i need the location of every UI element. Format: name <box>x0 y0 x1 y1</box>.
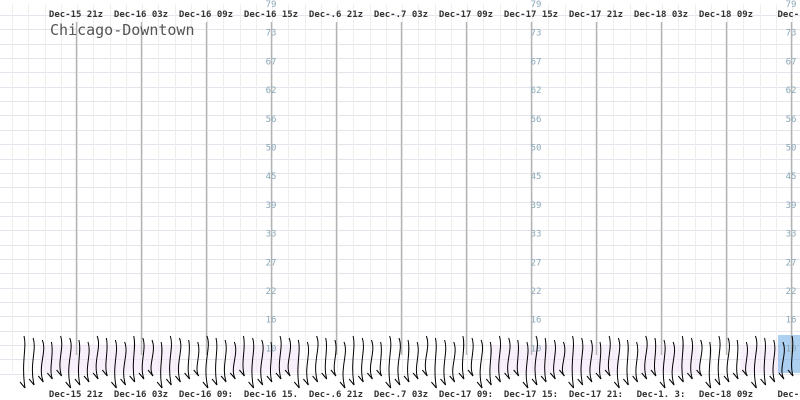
y-tick-label: 27 <box>786 258 797 268</box>
x-tick-top-label: Dec-16 03z <box>114 10 168 20</box>
x-tick-bottom-label: Dec-17 09: <box>439 390 493 400</box>
y-tick-label: 45 <box>266 172 277 182</box>
x-tick-top-label: Dec-1 <box>777 10 800 20</box>
x-tick-bottom-label: Dec-.6 21z <box>309 390 363 400</box>
x-tick-top-label: Dec-18 03z <box>634 10 688 20</box>
y-tick-label: 10 <box>786 344 797 354</box>
x-tick-bottom-label: Dec-17 15: <box>504 390 558 400</box>
y-tick-label: 67 <box>786 57 797 67</box>
y-tick-label: 79 <box>531 0 542 10</box>
y-tick-label: 33 <box>266 230 277 240</box>
y-tick-label: 33 <box>786 230 797 240</box>
y-tick-label: 50 <box>266 144 277 154</box>
x-tick-top-label: Dec-17 15z <box>504 10 558 20</box>
y-tick-label: 33 <box>531 230 542 240</box>
x-tick-bottom-label: Dec-16 15. <box>244 390 298 400</box>
y-tick-label: 79 <box>786 0 797 10</box>
y-tick-label: 16 <box>531 316 542 326</box>
y-tick-label: 22 <box>266 287 277 297</box>
x-axis-top-labels: Dec-15 21z Dec-16 03z Dec-16 09z Dec-16 15z… <box>49 10 800 20</box>
y-tick-label: 16 <box>266 316 277 326</box>
y-tick-label: 10 <box>531 344 542 354</box>
y-tick-label: 27 <box>266 258 277 268</box>
x-tick-bottom-label: Dec-.7 03z <box>374 390 428 400</box>
meteogram-chart: 79 73 67 62 56 50 45 39 33 27 22 16 10 79 73 67 62 56 50 45… <box>0 0 800 400</box>
y-tick-label: 45 <box>786 172 797 182</box>
y-tick-label: 27 <box>531 258 542 268</box>
y-tick-label: 10 <box>266 344 277 354</box>
y-tick-label: 73 <box>531 29 542 39</box>
y-tick-label: 67 <box>266 57 277 67</box>
x-tick-bottom-label: Dec-16 09: <box>179 390 233 400</box>
x-tick-bottom-label: Dec-16 03z <box>114 390 168 400</box>
y-tick-label: 62 <box>786 86 797 96</box>
x-tick-top-label: Dec-.6 21z <box>309 10 363 20</box>
y-tick-label: 16 <box>786 316 797 326</box>
x-tick-bottom-label: Dec-15 21z <box>49 390 103 400</box>
y-tick-label: 56 <box>786 115 797 125</box>
x-tick-bottom-label: Dec-18 09z <box>699 390 753 400</box>
y-tick-label: 45 <box>531 172 542 182</box>
y-tick-label: 73 <box>786 29 797 39</box>
y-tick-label: 62 <box>531 86 542 96</box>
y-tick-label: 39 <box>266 201 277 211</box>
y-tick-label: 62 <box>266 86 277 96</box>
x-tick-top-label: Dec-17 09z <box>439 10 493 20</box>
y-tick-label: 22 <box>786 287 797 297</box>
x-tick-bottom-label: Dec-17 21: <box>569 390 623 400</box>
y-tick-label: 67 <box>531 57 542 67</box>
y-tick-label: 56 <box>266 115 277 125</box>
x-tick-top-label: Dec-.7 03z <box>374 10 428 20</box>
x-tick-top-label: Dec-16 09z <box>179 10 233 20</box>
x-tick-top-label: Dec-16 15z <box>244 10 298 20</box>
x-tick-top-label: Dec-17 21z <box>569 10 623 20</box>
y-tick-label: 50 <box>786 144 797 154</box>
y-tick-label: 56 <box>531 115 542 125</box>
x-tick-top-label: Dec-18 09z <box>699 10 753 20</box>
y-tick-label: 39 <box>786 201 797 211</box>
station-title: Chicago-Downtown <box>50 21 195 39</box>
y-tick-label: 50 <box>531 144 542 154</box>
y-tick-label: 22 <box>531 287 542 297</box>
y-tick-label: 73 <box>266 29 277 39</box>
y-tick-label: 39 <box>531 201 542 211</box>
x-tick-top-label: Dec-15 21z <box>49 10 103 20</box>
x-tick-bottom-label: Dec-1. 3: <box>637 390 686 400</box>
x-tick-bottom-label: Dec-1 <box>777 390 800 400</box>
y-tick-label: 79 <box>266 0 277 10</box>
